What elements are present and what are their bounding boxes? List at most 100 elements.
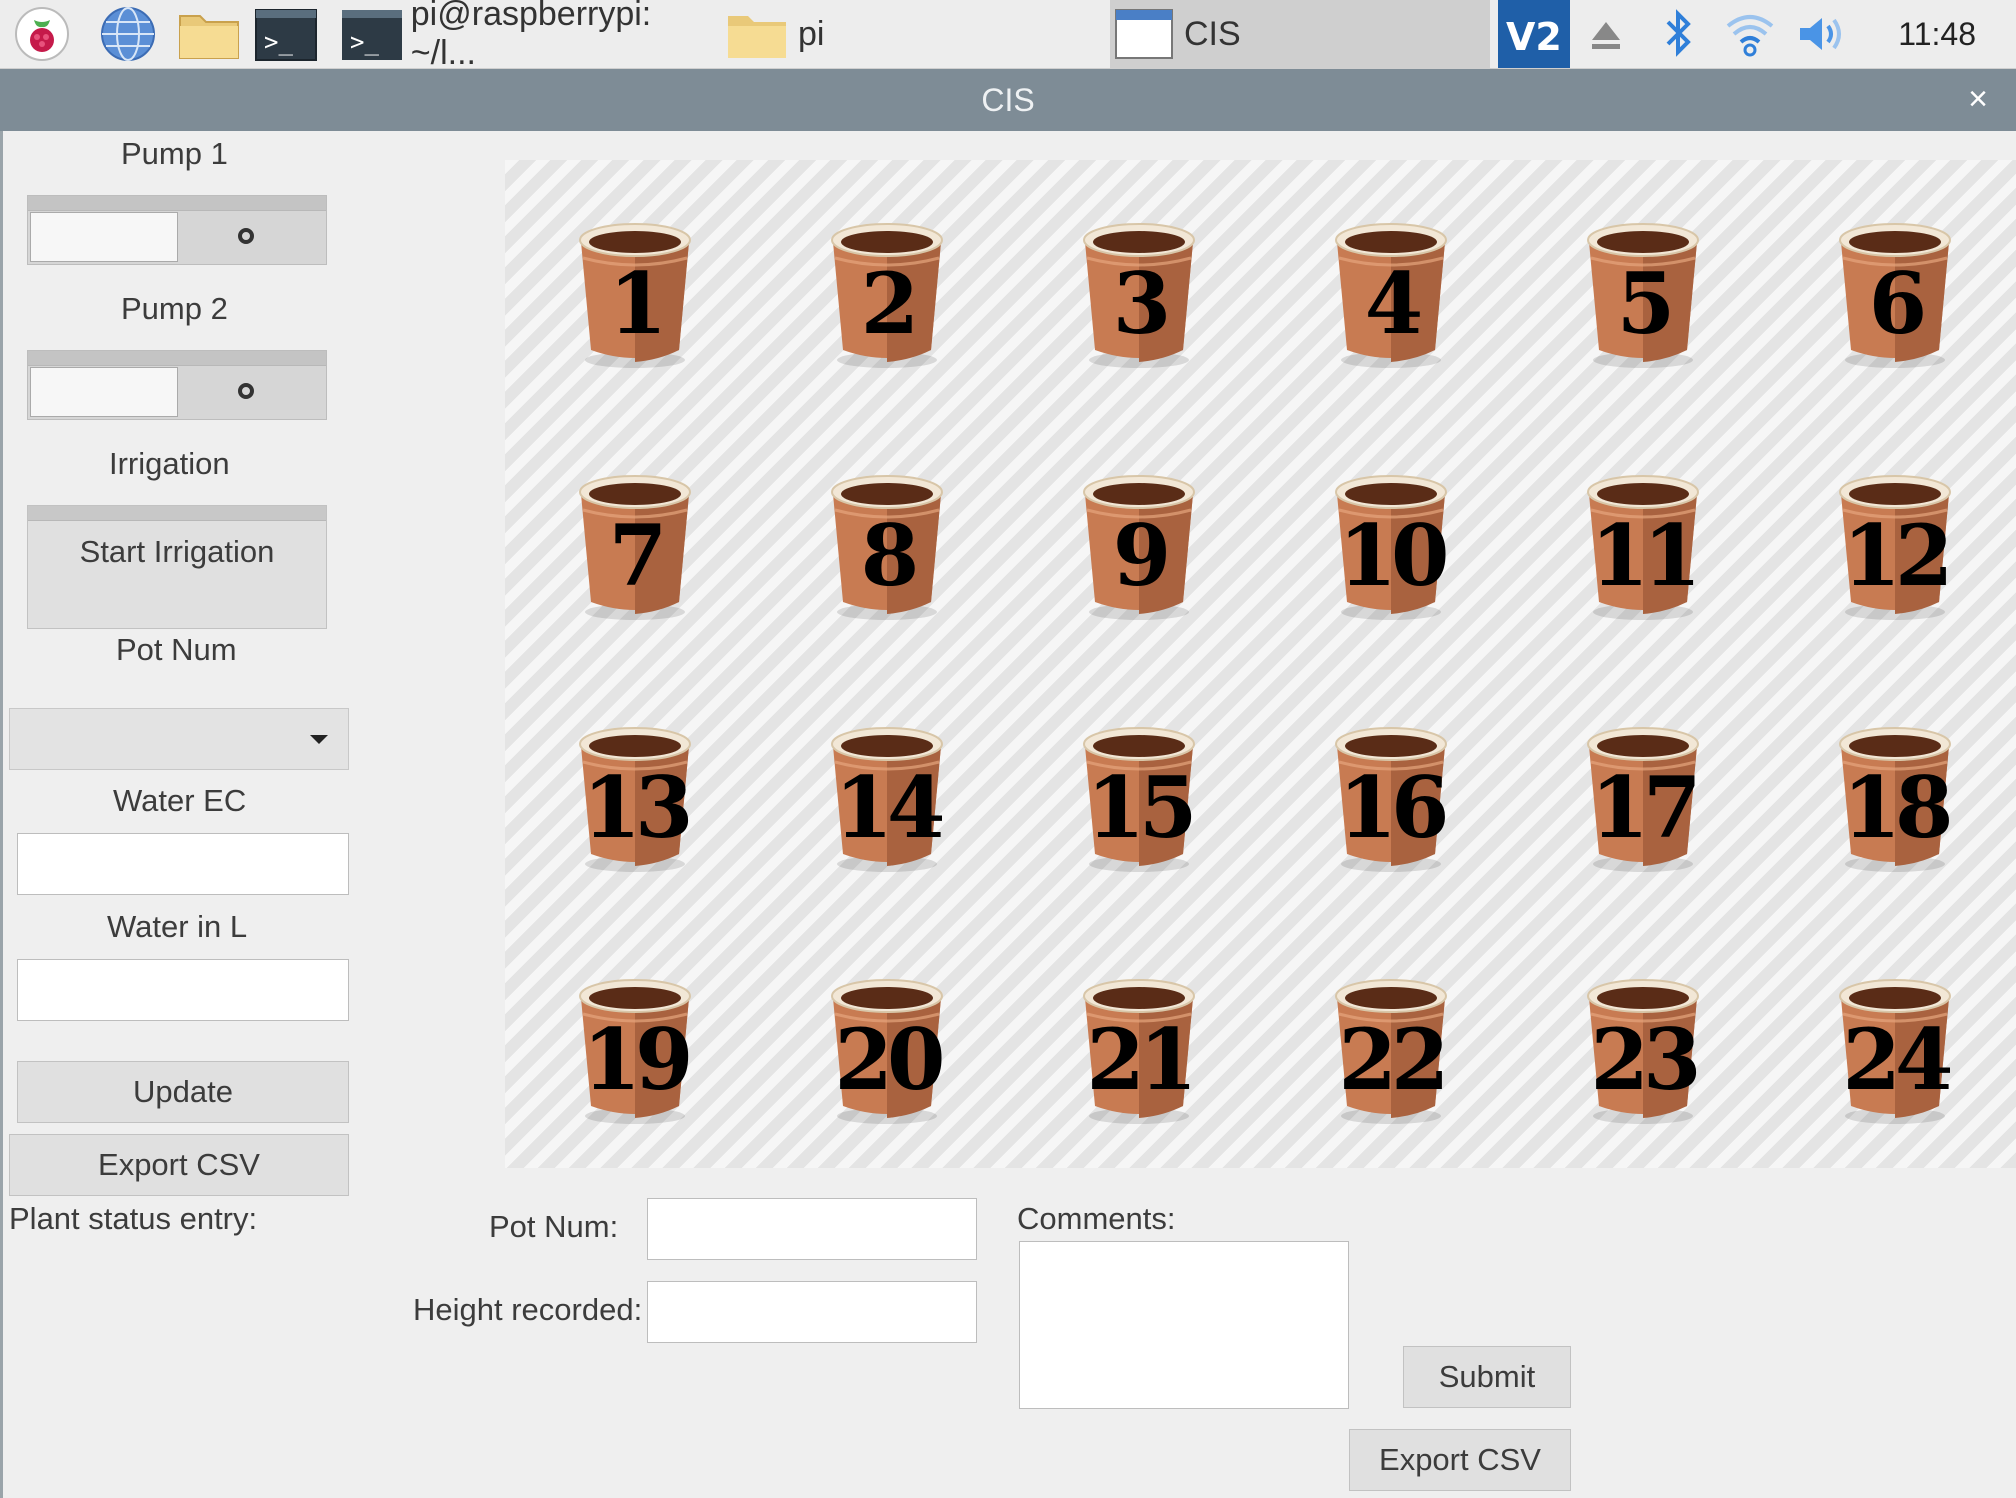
pot-number: 18 xyxy=(1842,758,1954,857)
pot-2[interactable]: 2 xyxy=(827,210,947,370)
pot-number: 11 xyxy=(1590,506,1702,605)
irrigation-label: Irrigation xyxy=(109,446,230,481)
file-manager-icon[interactable] xyxy=(178,6,239,62)
pump1-toggle[interactable] xyxy=(27,195,327,265)
pot-12[interactable]: 12 xyxy=(1835,462,1955,622)
svg-text:V2: V2 xyxy=(1506,15,1562,59)
export-csv-button[interactable]: Export CSV xyxy=(9,1134,349,1196)
toggle-trough xyxy=(28,196,326,211)
button-trough xyxy=(28,506,326,521)
pot-21[interactable]: 21 xyxy=(1079,966,1199,1126)
pot-7[interactable]: 7 xyxy=(575,462,695,622)
svg-text:>_: >_ xyxy=(350,28,379,56)
toggle-trough xyxy=(28,351,326,366)
off-indicator-icon xyxy=(238,228,254,244)
water-l-input[interactable] xyxy=(17,959,349,1021)
pot-number: 2 xyxy=(860,254,919,353)
raspberry-menu-icon[interactable] xyxy=(14,6,70,62)
svg-text:>_: >_ xyxy=(264,28,293,56)
pot-number: 3 xyxy=(1112,254,1171,353)
pot-18[interactable]: 18 xyxy=(1835,714,1955,874)
task-folder[interactable]: pi xyxy=(726,0,1106,68)
pot-number: 22 xyxy=(1338,1010,1450,1109)
submit-button[interactable]: Submit xyxy=(1403,1346,1571,1408)
pot-4[interactable]: 4 xyxy=(1331,210,1451,370)
pot-number: 24 xyxy=(1842,1010,1954,1109)
pot-number: 5 xyxy=(1616,254,1675,353)
folder-icon xyxy=(726,6,790,62)
toggle-knob[interactable] xyxy=(30,212,178,262)
clock: 11:48 xyxy=(1898,16,1976,52)
plant-status-label: Plant status entry: xyxy=(9,1201,258,1236)
pot-number: 8 xyxy=(860,506,919,605)
off-indicator-icon xyxy=(238,383,254,399)
terminal-icon[interactable]: >_ xyxy=(254,6,318,62)
pump1-label: Pump 1 xyxy=(121,136,228,171)
pot-num-dropdown[interactable] xyxy=(9,708,349,770)
start-irrigation-button[interactable]: Start Irrigation xyxy=(27,505,327,629)
pot-5[interactable]: 5 xyxy=(1583,210,1703,370)
pot-16[interactable]: 16 xyxy=(1331,714,1451,874)
task-terminal[interactable]: >_ pi@raspberrypi: ~/l... xyxy=(340,0,720,72)
pot-number: 16 xyxy=(1338,758,1450,857)
water-ec-input[interactable] xyxy=(17,833,349,895)
toggle-knob[interactable] xyxy=(30,367,178,417)
water-ec-label: Water EC xyxy=(113,783,247,818)
pot-number: 13 xyxy=(582,758,694,857)
pot-number: 23 xyxy=(1590,1010,1702,1109)
pot-number: 20 xyxy=(834,1010,946,1109)
entry-pot-num-input[interactable] xyxy=(647,1198,977,1260)
pot-19[interactable]: 19 xyxy=(575,966,695,1126)
task-label: pi@raspberrypi: ~/l... xyxy=(410,0,652,72)
water-l-label: Water in L xyxy=(107,909,248,944)
system-tray: V2 xyxy=(1498,0,1858,68)
terminal-icon: >_ xyxy=(340,6,405,62)
pot-17[interactable]: 17 xyxy=(1583,714,1703,874)
height-recorded-input[interactable] xyxy=(647,1281,977,1343)
pot-10[interactable]: 10 xyxy=(1331,462,1451,622)
pot-number: 4 xyxy=(1364,254,1423,353)
pot-num-label: Pot Num xyxy=(116,632,237,667)
entry-pot-num-label: Pot Num: xyxy=(489,1209,619,1244)
pot-number: 1 xyxy=(608,254,667,353)
pot-1[interactable]: 1 xyxy=(575,210,695,370)
start-irrigation-label: Start Irrigation xyxy=(79,534,275,569)
volume-icon[interactable] xyxy=(1786,0,1858,68)
pot-9[interactable]: 9 xyxy=(1079,462,1199,622)
pot-number: 9 xyxy=(1112,506,1171,605)
pot-14[interactable]: 14 xyxy=(827,714,947,874)
pot-20[interactable]: 20 xyxy=(827,966,947,1126)
comments-textarea[interactable] xyxy=(1019,1241,1349,1409)
entry-export-csv-button[interactable]: Export CSV xyxy=(1349,1429,1571,1491)
bluetooth-icon[interactable] xyxy=(1642,0,1714,68)
vnc-icon[interactable]: V2 xyxy=(1498,0,1570,68)
pump2-label: Pump 2 xyxy=(121,291,228,326)
close-icon[interactable]: × xyxy=(1958,79,1998,119)
window-title: CIS xyxy=(981,82,1035,118)
wifi-icon[interactable] xyxy=(1714,0,1786,68)
chevron-down-icon xyxy=(310,735,328,744)
pot-6[interactable]: 6 xyxy=(1835,210,1955,370)
update-button[interactable]: Update xyxy=(17,1061,349,1123)
pot-8[interactable]: 8 xyxy=(827,462,947,622)
pot-15[interactable]: 15 xyxy=(1079,714,1199,874)
pot-number: 15 xyxy=(1086,758,1198,857)
eject-icon[interactable] xyxy=(1570,0,1642,68)
pump2-toggle[interactable] xyxy=(27,350,327,420)
pot-24[interactable]: 24 xyxy=(1835,966,1955,1126)
task-label: pi xyxy=(798,14,825,53)
pot-23[interactable]: 23 xyxy=(1583,966,1703,1126)
web-browser-icon[interactable] xyxy=(100,6,156,62)
task-cis[interactable]: CIS xyxy=(1110,0,1490,68)
window-icon xyxy=(1114,8,1176,60)
taskbar: >_ >_ pi@raspberrypi: ~/l... pi CIS V2 1… xyxy=(0,0,2016,72)
pot-13[interactable]: 13 xyxy=(575,714,695,874)
height-recorded-label: Height recorded: xyxy=(413,1292,643,1327)
pot-11[interactable]: 11 xyxy=(1583,462,1703,622)
comments-label: Comments: xyxy=(1017,1201,1176,1236)
pot-number: 14 xyxy=(834,758,946,857)
pot-number: 6 xyxy=(1868,254,1927,353)
pot-3[interactable]: 3 xyxy=(1079,210,1199,370)
task-label: CIS xyxy=(1184,14,1241,53)
pot-22[interactable]: 22 xyxy=(1331,966,1451,1126)
